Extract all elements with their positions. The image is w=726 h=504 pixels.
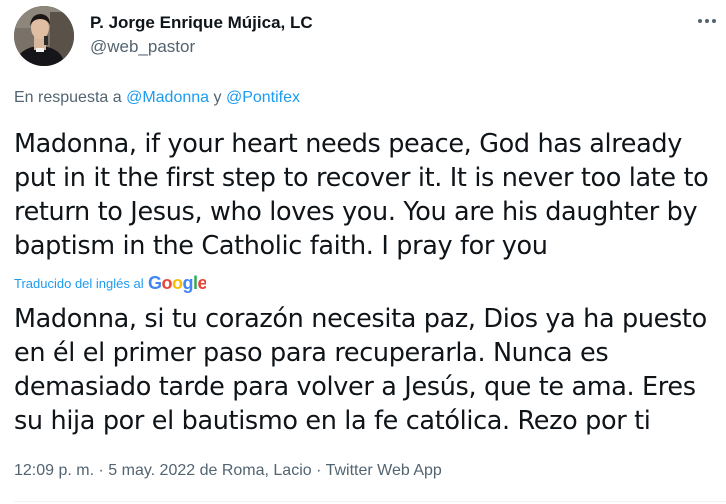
translated-text-line: Madonna, si tu corazón necesita paz, Dio… bbox=[14, 304, 707, 334]
mention-link-madonna[interactable]: @Madonna bbox=[126, 89, 209, 106]
tweet-original-text: Madonna, if your heart needs peace, God … bbox=[14, 127, 726, 263]
meta-separator: · bbox=[98, 462, 104, 479]
translated-text-line: en él el primer paso para recuperarla. N… bbox=[14, 338, 609, 368]
tweet-time[interactable]: 12:09 p. m. bbox=[14, 462, 94, 479]
tweet-date-location[interactable]: 5 may. 2022 de Roma, Lacio bbox=[108, 462, 311, 479]
reply-prefix: En respuesta a bbox=[14, 89, 122, 106]
translation-attribution[interactable]: Traducido del inglés al Google bbox=[14, 272, 206, 294]
tweet-text-line: put in it the first step to recover it. … bbox=[14, 163, 709, 193]
avatar-photo-icon bbox=[14, 6, 74, 66]
tweet-text-line: return to Jesus, who loves you. You are … bbox=[14, 197, 698, 227]
tweet-text-line: Madonna, if your heart needs peace, God … bbox=[14, 129, 682, 159]
google-logo-icon: Google bbox=[148, 273, 206, 293]
author-handle[interactable]: @web_pastor bbox=[90, 37, 195, 57]
reply-conjunction: y bbox=[213, 89, 222, 106]
more-horizontal-icon bbox=[698, 19, 716, 23]
divider bbox=[14, 501, 726, 502]
meta-separator: · bbox=[316, 462, 322, 479]
author-avatar[interactable] bbox=[14, 6, 74, 66]
tweet-detail: P. Jorge Enrique Mújica, LC @web_pastor … bbox=[0, 0, 726, 504]
reply-context: En respuesta a @Madonna y @Pontifex bbox=[14, 89, 300, 107]
mention-link-pontifex[interactable]: @Pontifex bbox=[226, 89, 300, 106]
more-options-button[interactable] bbox=[692, 6, 722, 36]
tweet-client[interactable]: Twitter Web App bbox=[326, 462, 442, 479]
translated-text-line: su hija por el bautismo en la fe católic… bbox=[14, 406, 651, 436]
tweet-translated-text: Madonna, si tu corazón necesita paz, Dio… bbox=[14, 302, 726, 438]
google-logo-text: Google bbox=[148, 273, 206, 293]
translated-text-line: demasiado tarde para volver a Jesús, que… bbox=[14, 372, 696, 402]
tweet-text-line: baptism in the Catholic faith. I pray fo… bbox=[14, 231, 548, 261]
author-name[interactable]: P. Jorge Enrique Mújica, LC bbox=[90, 13, 313, 33]
translation-label: Traducido del inglés al bbox=[14, 275, 144, 291]
tweet-metadata: 12:09 p. m. · 5 may. 2022 de Roma, Lacio… bbox=[14, 462, 442, 480]
